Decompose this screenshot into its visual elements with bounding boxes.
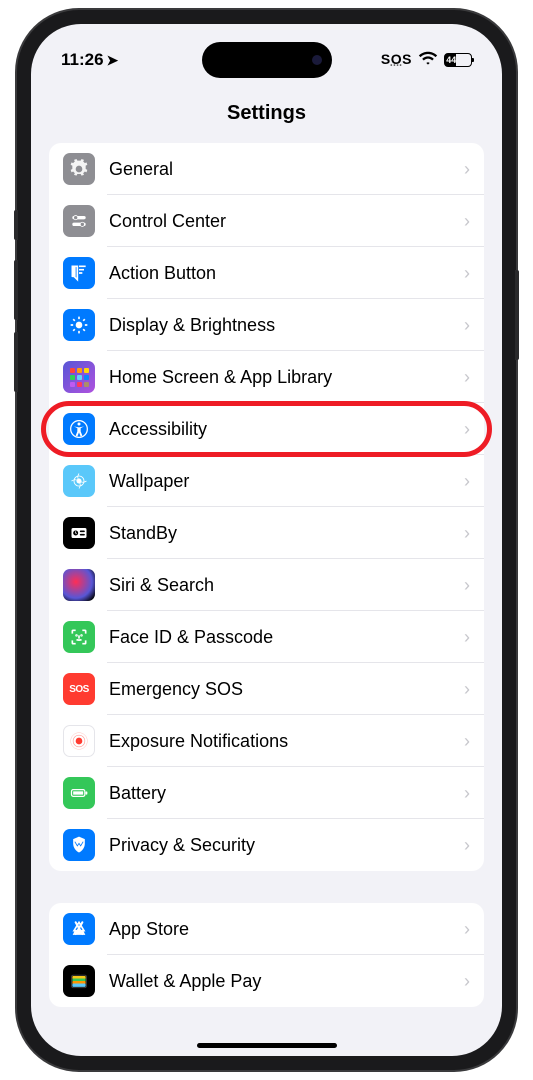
chevron-right-icon: › [464, 835, 470, 856]
settings-row-wallpaper[interactable]: Wallpaper› [49, 455, 484, 507]
settings-row-control-center[interactable]: Control Center› [49, 195, 484, 247]
wallpaper-icon [63, 465, 95, 497]
chevron-right-icon: › [464, 419, 470, 440]
location-icon: ➤ [107, 52, 119, 69]
settings-list[interactable]: General›Control Center›Action Button›Dis… [31, 143, 502, 1007]
row-label: StandBy [109, 523, 464, 544]
dynamic-island [202, 42, 332, 78]
siri-icon [63, 569, 95, 601]
row-label: Face ID & Passcode [109, 627, 464, 648]
action-button-icon [63, 257, 95, 289]
page-title: Settings [31, 102, 502, 125]
faceid-icon [63, 621, 95, 653]
chevron-right-icon: › [464, 159, 470, 180]
settings-row-accessibility[interactable]: Accessibility› [49, 403, 484, 455]
home-screen-icon [63, 361, 95, 393]
settings-group: App Store›Wallet & Apple Pay› [49, 903, 484, 1007]
standby-icon [63, 517, 95, 549]
status-right: SOS •••• 44 [381, 48, 472, 73]
row-label: Exposure Notifications [109, 731, 464, 752]
wallet-icon [63, 965, 95, 997]
chevron-right-icon: › [464, 263, 470, 284]
row-label: Siri & Search [109, 575, 464, 596]
wifi-icon [418, 48, 438, 73]
phone-frame: 11:26 ➤ SOS •••• 44 Settings General›Con… [17, 10, 516, 1070]
chevron-right-icon: › [464, 627, 470, 648]
status-time: 11:26 ➤ [61, 50, 118, 70]
chevron-right-icon: › [464, 679, 470, 700]
chevron-right-icon: › [464, 971, 470, 992]
settings-row-exposure[interactable]: Exposure Notifications› [49, 715, 484, 767]
chevron-right-icon: › [464, 367, 470, 388]
settings-row-privacy[interactable]: Privacy & Security› [49, 819, 484, 871]
sos-icon: SOS [63, 673, 95, 705]
row-label: Wallpaper [109, 471, 464, 492]
left-buttons [14, 210, 17, 404]
chevron-right-icon: › [464, 731, 470, 752]
chevron-right-icon: › [464, 523, 470, 544]
chevron-right-icon: › [464, 471, 470, 492]
chevron-right-icon: › [464, 575, 470, 596]
row-label: Display & Brightness [109, 315, 464, 336]
settings-row-sos[interactable]: SOS Emergency SOS› [49, 663, 484, 715]
settings-row-siri[interactable]: Siri & Search› [49, 559, 484, 611]
row-label: Wallet & Apple Pay [109, 971, 464, 992]
settings-row-appstore[interactable]: App Store› [49, 903, 484, 955]
settings-row-general[interactable]: General› [49, 143, 484, 195]
settings-row-action-button[interactable]: Action Button› [49, 247, 484, 299]
row-label: Home Screen & App Library [109, 367, 464, 388]
chevron-right-icon: › [464, 315, 470, 336]
chevron-right-icon: › [464, 211, 470, 232]
home-indicator[interactable] [197, 1043, 337, 1048]
settings-row-wallet[interactable]: Wallet & Apple Pay› [49, 955, 484, 1007]
exposure-icon [63, 725, 95, 757]
privacy-icon [63, 829, 95, 861]
settings-row-display[interactable]: Display & Brightness› [49, 299, 484, 351]
accessibility-icon [63, 413, 95, 445]
row-label: Action Button [109, 263, 464, 284]
display-icon [63, 309, 95, 341]
settings-group: General›Control Center›Action Button›Dis… [49, 143, 484, 871]
battery-icon [63, 777, 95, 809]
right-buttons [515, 270, 519, 360]
screen: 11:26 ➤ SOS •••• 44 Settings General›Con… [31, 24, 502, 1056]
row-label: Privacy & Security [109, 835, 464, 856]
battery-icon: 44 [444, 53, 472, 67]
chevron-right-icon: › [464, 919, 470, 940]
settings-row-home-screen[interactable]: Home Screen & App Library› [49, 351, 484, 403]
sos-indicator: SOS •••• [381, 51, 412, 69]
header: Settings [31, 78, 502, 143]
settings-row-standby[interactable]: StandBy› [49, 507, 484, 559]
row-label: Accessibility [109, 419, 464, 440]
general-icon [63, 153, 95, 185]
row-label: Control Center [109, 211, 464, 232]
settings-row-battery[interactable]: Battery› [49, 767, 484, 819]
row-label: Battery [109, 783, 464, 804]
appstore-icon [63, 913, 95, 945]
row-label: App Store [109, 919, 464, 940]
control-center-icon [63, 205, 95, 237]
row-label: Emergency SOS [109, 679, 464, 700]
chevron-right-icon: › [464, 783, 470, 804]
row-label: General [109, 159, 464, 180]
settings-row-faceid[interactable]: Face ID & Passcode› [49, 611, 484, 663]
